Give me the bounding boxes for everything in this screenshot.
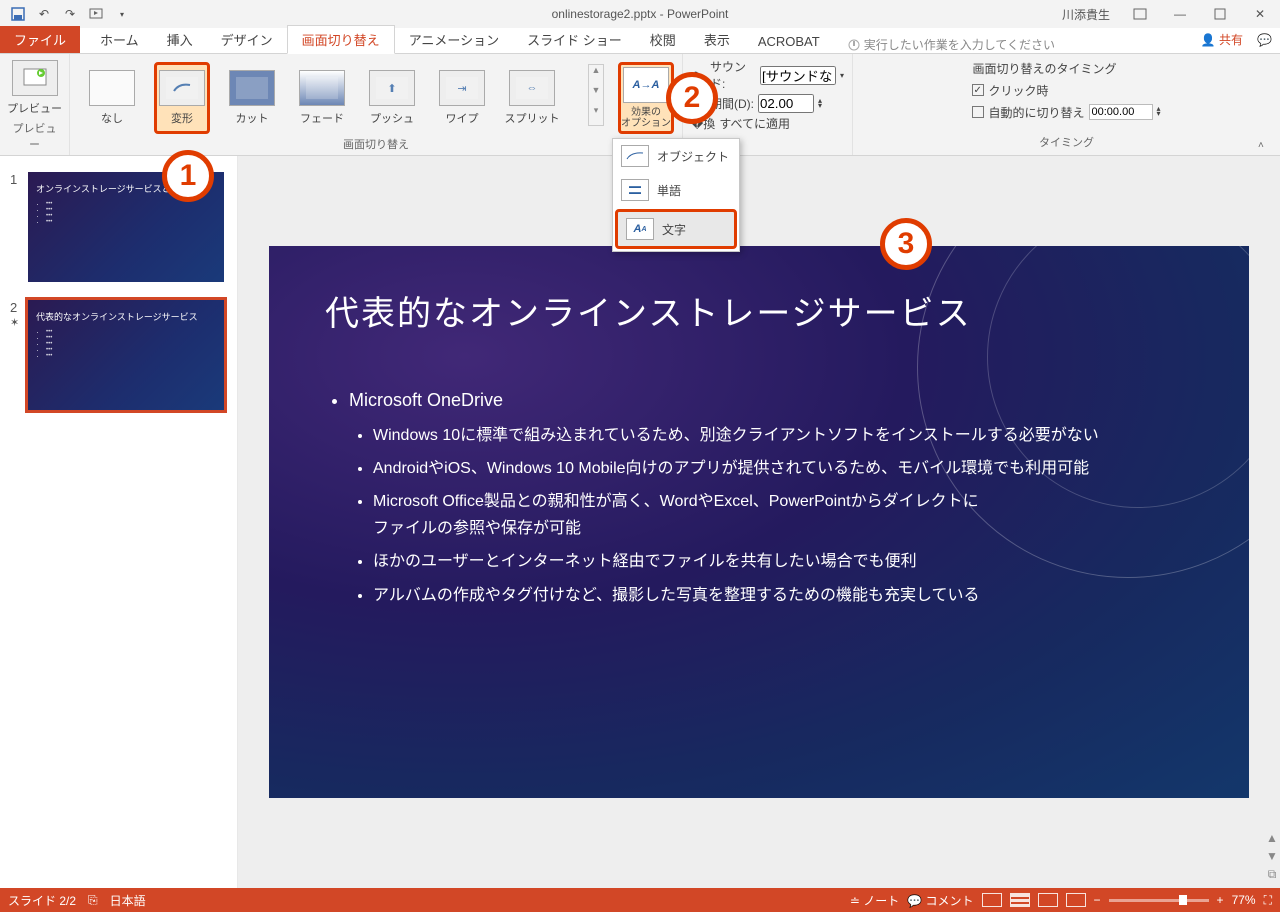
object-icon [621,145,649,167]
share-button[interactable]: 👤 共有 [1201,31,1243,48]
qat-more-icon[interactable]: ▾ [110,2,134,26]
redo-icon[interactable]: ↷ [58,2,82,26]
transition-cut[interactable]: カット [224,62,280,134]
comments-icon[interactable]: 💬 [1257,33,1272,47]
callout-1: 1 [162,150,214,202]
start-slideshow-icon[interactable] [84,2,108,26]
transition-fade[interactable]: フェード [294,62,350,134]
language-indicator[interactable]: 日本語 [110,892,146,909]
window-title: onlinestorage2.pptx - PowerPoint [552,7,729,21]
slideshow-view-icon[interactable] [1066,893,1086,907]
account-name[interactable]: 川添貴生 [1062,6,1110,23]
spellcheck-icon[interactable]: ⎘ [88,893,98,908]
undo-icon[interactable]: ↶ [32,2,56,26]
effect-options-icon: A→A [623,67,669,103]
collapse-ribbon-icon[interactable]: ˄ [1258,140,1276,154]
zoom-level[interactable]: 77% [1232,893,1256,907]
auto-after-input[interactable] [1089,104,1153,120]
slide-indicator[interactable]: スライド 2/2 [8,892,76,909]
tab-slideshow[interactable]: スライド ショー [513,26,636,53]
title-bar: ↶ ↷ ▾ onlinestorage2.pptx - PowerPoint 川… [0,0,1280,28]
ribbon-tabs: ファイル ホーム 挿入 デザイン 画面切り替え アニメーション スライド ショー… [0,28,1280,54]
tab-acrobat[interactable]: ACROBAT [744,30,834,53]
slide-title: 代表的なオンラインストレージサービス [325,286,1193,335]
char-icon: AA [626,218,654,240]
tab-home[interactable]: ホーム [86,26,153,53]
thumbnail-2[interactable]: 2 ✶ 代表的なオンラインストレージサービス••••••••••••••• [10,300,227,410]
slide-canvas[interactable]: 代表的なオンラインストレージサービス Microsoft OneDrive Wi… [238,156,1280,888]
status-bar: スライド 2/2 ⎘ 日本語 ≐ ノート 💬 コメント − + 77% ⛶ [0,888,1280,912]
on-click-checkbox[interactable] [972,84,984,96]
effect-options-menu: オブジェクト ▬▬▬▬単語 AA文字 [612,138,740,252]
zoom-out-icon[interactable]: − [1094,893,1101,907]
ribbon-options-icon[interactable] [1120,0,1160,28]
slide-thumbnails: 1 オンラインストレージサービスとは•••••••••••• 2 ✶ 代表的なオ… [0,156,238,888]
fit-window-icon[interactable]: ⛶ [1264,893,1272,908]
tab-design[interactable]: デザイン [207,26,287,53]
save-icon[interactable] [6,2,30,26]
word-icon: ▬▬▬▬ [621,179,649,201]
tab-transitions[interactable]: 画面切り替え [287,25,395,54]
ribbon: プレビュー プレビュー なし 変形 カット フェード ⬆プッシュ ⇥ワイプ ⇔ス… [0,54,1280,156]
effect-option-object[interactable]: オブジェクト [613,139,739,173]
zoom-in-icon[interactable]: + [1217,893,1224,907]
tab-view[interactable]: 表示 [690,26,744,53]
tab-insert[interactable]: 挿入 [153,26,207,53]
transition-morph[interactable]: 変形 [154,62,210,134]
tab-animations[interactable]: アニメーション [395,26,513,53]
duration-input[interactable] [758,94,814,113]
minimize-icon[interactable]: — [1160,0,1200,28]
close-icon[interactable]: ✕ [1240,0,1280,28]
callout-3: 3 [880,218,932,270]
tab-file[interactable]: ファイル [0,26,80,53]
vertical-scrollbar[interactable]: ▲▼⧉ [1264,156,1280,888]
preview-button[interactable]: プレビュー [7,56,63,120]
sorter-view-icon[interactable] [1010,893,1030,907]
transition-split[interactable]: ⇔スプリット [504,62,560,134]
normal-view-icon[interactable] [982,893,1002,907]
maximize-icon[interactable] [1200,0,1240,28]
notes-button[interactable]: ≐ ノート [850,892,899,909]
effect-option-char[interactable]: AA文字 [615,209,737,249]
reading-view-icon[interactable] [1038,893,1058,907]
timing-heading: 画面切り替えのタイミング [972,58,1160,78]
sound-select[interactable] [760,66,836,85]
effect-option-word[interactable]: ▬▬▬▬単語 [613,173,739,207]
transition-none[interactable]: なし [84,62,140,134]
tell-me[interactable]: 実行したい作業を入力してください [848,36,1055,53]
callout-2: 2 [666,72,718,124]
transition-indicator-icon: ✶ [10,316,19,329]
comments-button[interactable]: 💬 コメント [907,892,973,909]
transition-wipe[interactable]: ⇥ワイプ [434,62,490,134]
transition-push[interactable]: ⬆プッシュ [364,62,420,134]
auto-after-checkbox[interactable] [972,106,984,118]
gallery-scroll[interactable]: ▲▼▾ [588,64,604,126]
preview-icon [12,60,58,96]
main-slide[interactable]: 代表的なオンラインストレージサービス Microsoft OneDrive Wi… [269,246,1249,798]
tab-review[interactable]: 校閲 [636,26,690,53]
workspace: 1 オンラインストレージサービスとは•••••••••••• 2 ✶ 代表的なオ… [0,156,1280,888]
apply-all-button[interactable]: すべてに適用 [719,115,790,132]
zoom-slider[interactable] [1109,899,1209,902]
